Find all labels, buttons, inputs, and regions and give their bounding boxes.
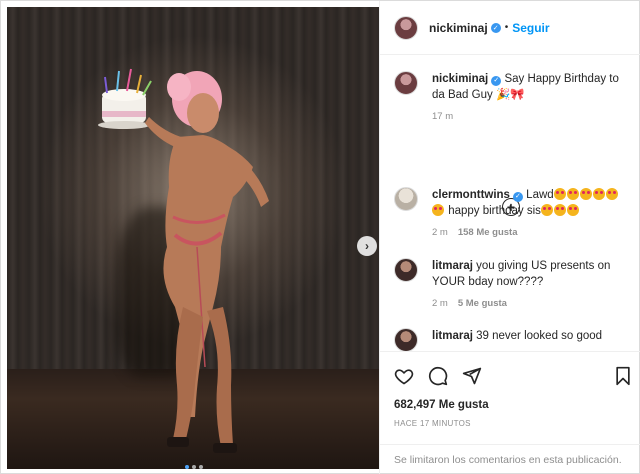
- heart-eyes-emoji-icon: [592, 188, 605, 200]
- comment-text: 39 never looked so good: [476, 330, 603, 342]
- follow-button[interactable]: Seguir: [512, 21, 549, 35]
- avatar[interactable]: [394, 71, 418, 95]
- post-username[interactable]: nickiminaj: [429, 21, 488, 35]
- avatar[interactable]: [394, 187, 418, 211]
- comment-likes[interactable]: 5 Me gusta: [458, 298, 507, 309]
- comment-likes[interactable]: 158 Me gusta: [458, 227, 518, 238]
- next-slide-button[interactable]: ›: [357, 236, 377, 256]
- caption-username[interactable]: nickiminaj: [432, 73, 488, 85]
- post-header: nickiminaj ✓ • Seguir: [380, 1, 640, 55]
- heart-eyes-emoji-icon: [566, 204, 579, 216]
- verified-badge-icon: ✓: [490, 22, 501, 33]
- comment-text-start: Lawd: [526, 189, 554, 201]
- carousel-dot: [192, 465, 196, 469]
- figure-illustration: [98, 68, 269, 453]
- post-actions: 682,497 Me gusta HACE 17 MINUTOS Se limi…: [380, 351, 640, 474]
- chevron-right-icon: ›: [365, 239, 369, 253]
- comment-time[interactable]: 2 m: [432, 227, 448, 238]
- verified-badge-icon: ✓: [491, 76, 502, 86]
- verified-badge-icon: ✓: [512, 192, 523, 202]
- share-icon[interactable]: [462, 366, 482, 386]
- comment-item: litmaraj 39 never looked so good: [394, 328, 630, 351]
- avatar[interactable]: [394, 328, 418, 351]
- heart-icon[interactable]: [394, 366, 414, 386]
- comment-list: nickiminaj ✓ Say Happy Birthday to da Bad…: [380, 55, 640, 351]
- heart-eyes-emoji-icon: [540, 204, 553, 216]
- separator: •: [504, 22, 509, 33]
- heart-eyes-emoji-icon: [579, 188, 592, 200]
- comment-item: clermonttwins ✓ Lawd happy birthday sis 2…: [394, 187, 630, 238]
- post-timestamp[interactable]: HACE 17 MINUTOS: [394, 419, 471, 428]
- avatar[interactable]: [394, 15, 418, 40]
- heart-eyes-emoji-icon: [432, 204, 444, 216]
- carousel-dots: [185, 465, 203, 469]
- party-popper-icon: 🎉: [495, 89, 511, 101]
- heart-eyes-emoji-icon: [566, 188, 579, 200]
- comment-icon[interactable]: [428, 366, 448, 386]
- comment-username[interactable]: clermonttwins: [432, 189, 510, 201]
- comment-username[interactable]: litmaraj: [432, 330, 473, 342]
- bow-icon: 🎀: [510, 89, 525, 101]
- carousel-dot: [199, 465, 203, 469]
- avatar[interactable]: [394, 258, 418, 282]
- caption-time[interactable]: 17 m: [432, 111, 453, 122]
- post-side-panel: nickiminaj ✓ • Seguir nickiminaj ✓ Say Ha…: [379, 1, 640, 474]
- comment-text-end: happy birthday sis: [448, 205, 541, 217]
- heart-eyes-emoji-icon: [553, 188, 566, 200]
- birthday-cake: [98, 68, 152, 129]
- comment-username[interactable]: litmaraj: [432, 260, 473, 272]
- heart-eyes-emoji-icon: [553, 204, 566, 216]
- post-photo[interactable]: ›: [7, 7, 379, 469]
- carousel-dot: [185, 465, 189, 469]
- caption: nickiminaj ✓ Say Happy Birthday to da Bad…: [394, 71, 630, 122]
- comment-time[interactable]: 2 m: [432, 298, 448, 309]
- likes-count[interactable]: 682,497 Me gusta: [394, 399, 489, 411]
- comment-item: litmaraj you giving US presents on YOUR …: [394, 258, 630, 309]
- heart-eyes-emoji-icon: [605, 188, 618, 200]
- comments-limited-notice: Se limitaron los comentarios en esta pub…: [380, 444, 640, 474]
- bookmark-icon[interactable]: [614, 366, 632, 386]
- post-modal: › nickiminaj ✓ • Seguir nickiminaj ✓ Say …: [0, 0, 640, 474]
